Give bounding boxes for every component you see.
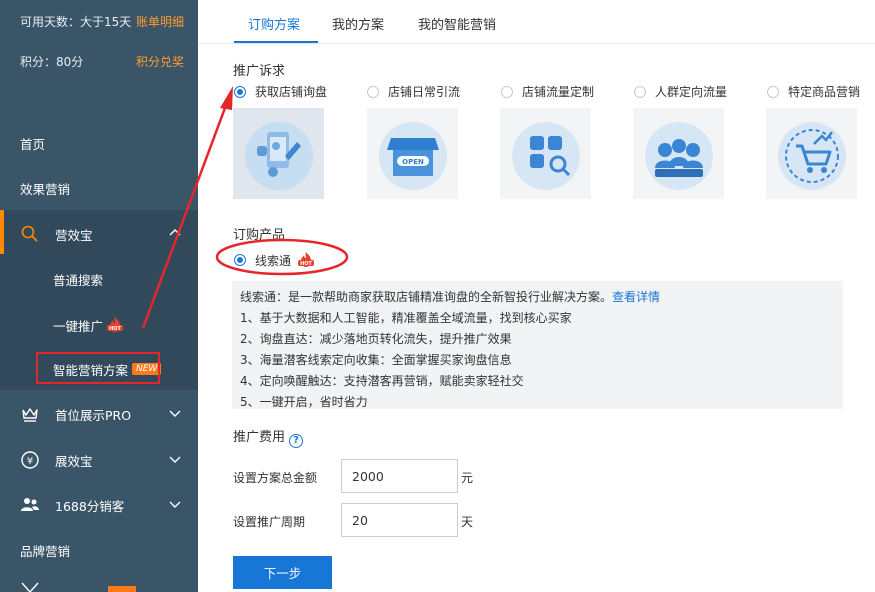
sidebar-item-label: 普通搜索 xyxy=(53,272,104,288)
hot-badge-text: HOT xyxy=(300,261,312,267)
search-icon xyxy=(21,225,38,242)
sidebar: 可用天数：大于15天 账单明细 积分：80分 积分兑奖 首页 效果营销 营效宝 … xyxy=(0,0,198,592)
annotation-highlight-box xyxy=(36,352,160,384)
sidebar-item-yingxiaobao[interactable]: 营效宝 xyxy=(0,212,198,256)
shop-inquiry-icon xyxy=(244,121,313,190)
tab-bar: 订购方案 我的方案 我的智能营销 xyxy=(198,0,875,44)
radio-button[interactable] xyxy=(501,85,513,98)
crown-icon xyxy=(22,408,38,422)
option-label: 店铺流量定制 xyxy=(522,85,595,99)
card-shop-inquiry[interactable] xyxy=(233,108,324,199)
sidebar-item-label: 首位展示PRO xyxy=(55,407,132,423)
sidebar-item-brand-marketing[interactable]: 品牌营销 xyxy=(0,528,198,572)
fee-title: 推广费用 xyxy=(233,430,286,445)
points: 积分：80分 xyxy=(20,55,84,69)
radio-button[interactable] xyxy=(234,254,246,266)
card-daily-traffic[interactable]: OPEN xyxy=(367,108,458,199)
chevron-down-icon[interactable] xyxy=(168,497,182,511)
tab-my-smart-marketing[interactable]: 我的智能营销 xyxy=(418,14,496,33)
product-name: 线索通 xyxy=(255,253,292,268)
product-title: 订购产品 xyxy=(233,228,286,243)
sidebar-item-normal-search[interactable]: 普通搜索 xyxy=(0,257,198,301)
feature-item: 3、海量潜客线索定向收集：全面掌握买家询盘信息 xyxy=(240,353,512,367)
promo-option-inquiry[interactable]: 获取店铺询盘 xyxy=(234,83,327,100)
sidebar-item-label: 品牌营销 xyxy=(20,543,71,559)
sidebar-item-label: 1688分销客 xyxy=(55,498,125,514)
feature-item: 1、基于大数据和人工智能，精准覆盖全域流量，找到核心买家 xyxy=(240,311,572,325)
next-step-button[interactable]: 下一步 xyxy=(233,556,332,589)
card-traffic-custom[interactable] xyxy=(500,108,591,199)
feature-item: 2、询盘直达：减少落地页转化流失，提升推广效果 xyxy=(240,332,512,346)
total-amount-unit: 元 xyxy=(461,471,474,485)
coin-icon: ¥ xyxy=(21,451,39,469)
product-cart-icon xyxy=(777,121,846,190)
radio-button[interactable] xyxy=(367,85,379,98)
sidebar-item-1688-distribution[interactable]: 1688分销客 xyxy=(0,483,198,527)
partial-badge xyxy=(108,586,136,592)
sidebar-item-label: 首页 xyxy=(20,136,46,152)
account-summary: 可用天数：大于15天 账单明细 积分：80分 积分兑奖 xyxy=(0,0,198,120)
sidebar-item-label: 展效宝 xyxy=(55,453,93,469)
tab-my-plans[interactable]: 我的方案 xyxy=(332,14,384,33)
points-redeem-link[interactable]: 积分兑奖 xyxy=(136,53,184,70)
sidebar-item-effect-marketing[interactable]: 效果营销 xyxy=(0,166,198,210)
promotion-title: 推广诉求 xyxy=(233,64,286,79)
promo-option-product-marketing[interactable]: 特定商品营销 xyxy=(767,83,860,100)
product-description: 线索通：是一款帮助商家获取店铺精准询盘的全新智投行业解决方案。查看详情 1、基于… xyxy=(232,281,843,409)
option-label: 人群定向流量 xyxy=(655,85,728,99)
card-product-marketing[interactable] xyxy=(766,108,857,199)
total-amount-input[interactable] xyxy=(341,459,458,493)
feature-item: 4、定向唤醒触达：支持潜客再营销，赋能卖家轻社交 xyxy=(240,374,524,388)
sidebar-item-label: 营效宝 xyxy=(55,227,93,243)
open-shop-icon: OPEN xyxy=(378,121,447,190)
svg-text:OPEN: OPEN xyxy=(402,158,424,166)
radio-button[interactable] xyxy=(634,85,646,98)
hot-badge-icon: HOT xyxy=(105,316,125,334)
partial-icon xyxy=(21,582,39,592)
available-days: 可用天数：大于15天 xyxy=(20,15,132,29)
feature-item: 5、一键开启，省时省力 xyxy=(240,395,368,409)
traffic-custom-icon xyxy=(511,121,580,190)
billing-link[interactable]: 账单明细 xyxy=(136,13,184,30)
option-label: 获取店铺询盘 xyxy=(255,85,328,99)
chevron-down-icon[interactable] xyxy=(168,406,182,420)
hot-badge-text: HOT xyxy=(109,326,121,332)
users-icon xyxy=(21,498,39,511)
help-icon[interactable]: ? xyxy=(289,433,304,448)
promo-option-daily-traffic[interactable]: 店铺日常引流 xyxy=(367,83,460,100)
view-details-link[interactable]: 查看详情 xyxy=(612,290,660,304)
description-intro-line: 线索通：是一款帮助商家获取店铺精准询盘的全新智投行业解决方案。查看详情 xyxy=(240,287,835,308)
svg-text:¥: ¥ xyxy=(27,456,33,467)
product-option-xiansuotong[interactable]: 线索通 HOT xyxy=(234,251,316,269)
hot-badge-icon: HOT xyxy=(296,251,316,269)
period-unit: 天 xyxy=(461,515,474,529)
card-crowd-target[interactable] xyxy=(633,108,724,199)
description-intro: 线索通：是一款帮助商家获取店铺精准询盘的全新智投行业解决方案。 xyxy=(240,290,613,304)
sidebar-item-label: 效果营销 xyxy=(20,181,71,197)
period-input[interactable] xyxy=(341,503,458,537)
sidebar-item-label: 一键推广 xyxy=(53,318,104,334)
option-label: 店铺日常引流 xyxy=(388,85,461,99)
promo-option-traffic-custom[interactable]: 店铺流量定制 xyxy=(501,83,594,100)
crowd-target-icon xyxy=(644,121,713,190)
chevron-up-icon[interactable] xyxy=(168,226,182,240)
active-tab-underline xyxy=(234,41,318,43)
radio-button[interactable] xyxy=(767,85,779,98)
fee-title-row: 推广费用? xyxy=(233,426,304,448)
sidebar-item-one-click-promo[interactable]: 一键推广 HOT xyxy=(0,303,198,347)
promo-option-crowd-target[interactable]: 人群定向流量 xyxy=(634,83,727,100)
sidebar-item-zhanxiaobao[interactable]: ¥ 展效宝 xyxy=(0,438,198,482)
sidebar-item-top-display-pro[interactable]: 首位展示PRO xyxy=(0,392,198,436)
option-label: 特定商品营销 xyxy=(788,85,861,99)
tab-order-plan[interactable]: 订购方案 xyxy=(248,14,300,33)
period-label: 设置推广周期 xyxy=(233,515,306,529)
sidebar-item-home[interactable]: 首页 xyxy=(0,121,198,165)
radio-button[interactable] xyxy=(234,85,246,98)
main-content: 订购方案 我的方案 我的智能营销 推广诉求 获取店铺询盘 店铺日常引流 店铺流量… xyxy=(198,0,875,592)
total-amount-label: 设置方案总金额 xyxy=(233,471,318,485)
chevron-down-icon[interactable] xyxy=(168,452,182,466)
